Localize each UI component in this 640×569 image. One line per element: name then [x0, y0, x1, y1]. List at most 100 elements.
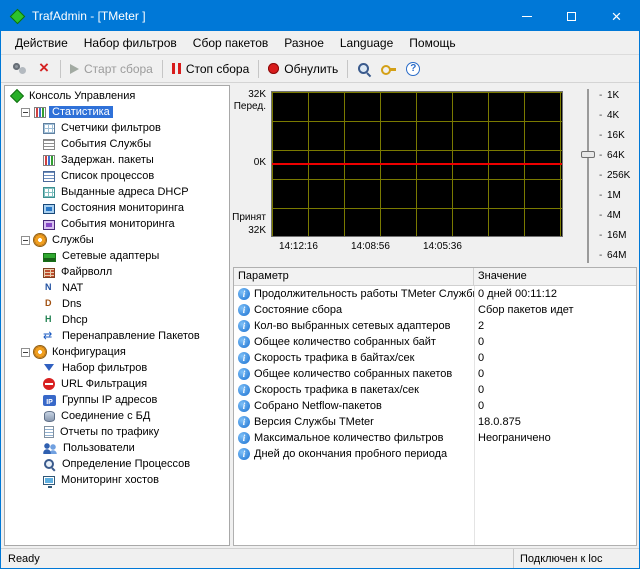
tree-item-label: NAT	[59, 282, 86, 294]
table-row[interactable]: Скорость трафика в пакетах/сек0	[234, 382, 636, 398]
toolbar-button-delete[interactable]	[33, 59, 56, 79]
param-cell: Скорость трафика в байтах/сек	[234, 352, 474, 364]
tree-section-label: Службы	[49, 234, 97, 246]
tree-root-label: Консоль Управления	[26, 90, 138, 102]
param-cell: Общее количество собранных байт	[234, 336, 474, 348]
table-row[interactable]: Скорость трафика в байтах/сек0	[234, 350, 636, 366]
toolbar-button-help[interactable]	[401, 59, 425, 79]
tree-item-network-adapters[interactable]: Сетевые адаптеры	[5, 248, 229, 264]
tree-item-process-list[interactable]: Список процессов	[5, 168, 229, 184]
column-header-param[interactable]: Параметр	[234, 268, 474, 285]
param-cell: Скорость трафика в пакетах/сек	[234, 384, 474, 396]
tree-item-label: Сетевые адаптеры	[59, 250, 162, 262]
scale-label: 16K	[607, 130, 625, 141]
menu-item-packet-capture[interactable]: Сбор пакетов	[185, 33, 276, 53]
toolbar-separator	[347, 60, 348, 78]
menu-item-misc[interactable]: Разное	[276, 33, 332, 53]
tree-section-services[interactable]: Службы	[5, 232, 229, 248]
scale-tick-icon	[599, 150, 607, 161]
tree-section-statistics[interactable]: Статистика	[5, 104, 229, 120]
red-x-icon	[38, 62, 51, 76]
table-row[interactable]: Состояние сбораСбор пакетов идет	[234, 302, 636, 318]
tree-item-url-filtering[interactable]: URL Фильтрация	[5, 376, 229, 392]
close-button[interactable]	[594, 1, 639, 31]
toolbar-button-filter-editor[interactable]	[7, 59, 33, 79]
tree-item-dhcp-leases[interactable]: Выданные адреса DHCP	[5, 184, 229, 200]
table-row[interactable]: Собрано Netflow-пакетов0	[234, 398, 636, 414]
firewall-icon	[43, 268, 55, 278]
tree-section-label: Статистика	[49, 106, 113, 118]
tree-item-nat[interactable]: NAT	[5, 280, 229, 296]
stats-table: Параметр Значение Продолжительность рабо…	[233, 267, 637, 546]
tree-item-packet-forwarding[interactable]: Перенаправление Пакетов	[5, 328, 229, 344]
param-text: Продолжительность работы TMeter Службы	[254, 288, 474, 300]
tree-item-monitoring-states[interactable]: Состояния мониторинга	[5, 200, 229, 216]
tree-item-service-events[interactable]: События Службы	[5, 136, 229, 152]
info-icon	[238, 384, 250, 396]
toolbar-button-license-key[interactable]	[376, 60, 401, 78]
table-row[interactable]: Кол-во выбранных сетевых адаптеров2	[234, 318, 636, 334]
menu-item-help[interactable]: Помощь	[401, 33, 463, 53]
tree-item-users[interactable]: Пользователи	[5, 440, 229, 456]
rate-scale-slider[interactable]: 1K4K16K64K256K1M4M16M64M	[573, 85, 635, 267]
tree-item-filter-set[interactable]: Набор фильтров	[5, 360, 229, 376]
tree-item-host-monitoring[interactable]: Мониторинг хостов	[5, 472, 229, 488]
key-icon	[381, 63, 396, 75]
tree-panel: Консоль Управления Статистика Счетчики фил…	[4, 85, 230, 546]
table-row[interactable]: Общее количество собранных байт0	[234, 334, 636, 350]
slider-track	[587, 89, 589, 263]
scale-tick-icon	[599, 210, 607, 221]
collapse-toggle-icon[interactable]	[21, 348, 30, 357]
toolbar-button-label: Старт сбора	[84, 62, 153, 76]
slider-thumb[interactable]	[581, 151, 595, 158]
tree-root-console[interactable]: Консоль Управления	[5, 88, 229, 104]
funnel-icon	[43, 362, 56, 374]
table-row[interactable]: Дней до окончания пробного периода	[234, 446, 636, 462]
tree-item-label: Пользователи	[60, 442, 138, 454]
toolbar-button-stop-capture[interactable]: Стоп сбора	[167, 59, 254, 79]
play-icon	[70, 64, 79, 74]
tree-section-configuration[interactable]: Конфигурация	[5, 344, 229, 360]
column-header-value[interactable]: Значение	[474, 268, 636, 285]
tree-item-monitoring-events[interactable]: События мониторинга	[5, 216, 229, 232]
tree-item-traffic-reports[interactable]: Отчеты по трафику	[5, 424, 229, 440]
collapse-toggle-icon[interactable]	[21, 236, 30, 245]
toolbar-separator	[162, 60, 163, 78]
table-row[interactable]: Максимальное количество фильтровНеограни…	[234, 430, 636, 446]
menu-item-action[interactable]: Действие	[7, 33, 76, 53]
tree-item-db-connection[interactable]: Соединение с БД	[5, 408, 229, 424]
table-row[interactable]: Общее количество собранных пакетов0	[234, 366, 636, 382]
tree-item-ip-groups[interactable]: Группы IP адресов	[5, 392, 229, 408]
tree-item-filter-counters[interactable]: Счетчики фильтров	[5, 120, 229, 136]
table-row[interactable]: Продолжительность работы TMeter Службы0 …	[234, 286, 636, 302]
tree-item-label: События Службы	[58, 138, 154, 150]
dns-icon	[43, 298, 56, 310]
tree-item-process-detection[interactable]: Определение Процессов	[5, 456, 229, 472]
scale-label: 256K	[607, 170, 630, 181]
tree-item-firewall[interactable]: Файрволл	[5, 264, 229, 280]
toolbar-button-start-capture[interactable]: Старт сбора	[65, 59, 158, 79]
tree-item-label: Мониторинг хостов	[58, 474, 162, 486]
menu-item-language[interactable]: Language	[332, 33, 401, 53]
param-text: Максимальное количество фильтров	[254, 432, 443, 444]
maximize-button[interactable]	[549, 1, 594, 31]
collapse-toggle-icon[interactable]	[21, 108, 30, 117]
gear-icon	[34, 234, 46, 246]
toolbar-button-find[interactable]	[352, 59, 376, 79]
minimize-button[interactable]	[504, 1, 549, 31]
tree-item-dhcp[interactable]: Dhcp	[5, 312, 229, 328]
app-window: TrafAdmin - [TMeter ] ДействиеНабор филь…	[0, 0, 640, 569]
scale-row: 1K	[599, 85, 635, 105]
x-tick-label: 14:08:56	[351, 241, 390, 252]
y-bottom-sublabel: Принят	[232, 212, 266, 223]
y-top-sublabel: Перед.	[234, 101, 266, 112]
tree-item-delayed-packets[interactable]: Задержан. пакеты	[5, 152, 229, 168]
table-row[interactable]: Версия Службы TMeter18.0.875	[234, 414, 636, 430]
arrows-icon	[43, 330, 56, 342]
x-tick-label: 14:12:16	[279, 241, 318, 252]
menu-item-filter-set[interactable]: Набор фильтров	[76, 33, 185, 53]
tree-item-dns[interactable]: Dns	[5, 296, 229, 312]
toolbar-button-reset-counters[interactable]: Обнулить	[263, 59, 343, 79]
window-title: TrafAdmin - [TMeter ]	[32, 9, 146, 23]
scale-tick-icon	[599, 90, 607, 101]
